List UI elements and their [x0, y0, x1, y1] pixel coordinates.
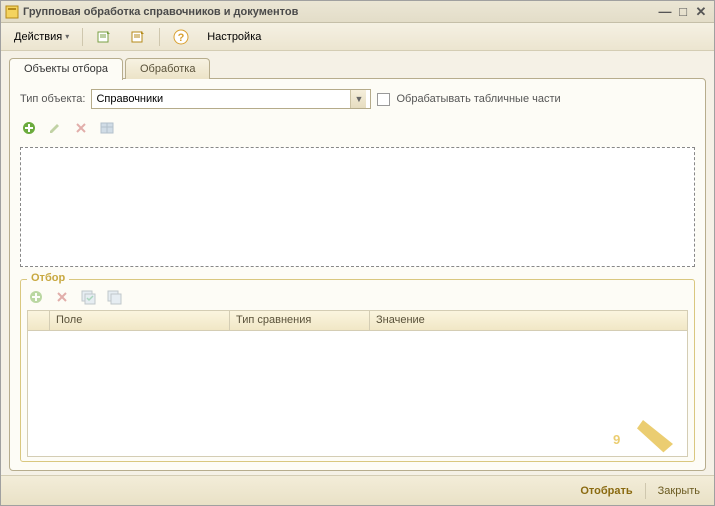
- toolbar-separator: [159, 28, 160, 46]
- close-window-button[interactable]: ✕: [692, 4, 710, 20]
- minimize-button[interactable]: —: [656, 4, 674, 20]
- table-icon: [98, 119, 116, 137]
- footer-separator: [645, 483, 646, 499]
- svg-text:?: ?: [178, 32, 185, 44]
- filter-delete-icon: [53, 288, 71, 306]
- grid-col-field[interactable]: Поле: [50, 311, 230, 330]
- type-combo-value: Справочники: [96, 93, 350, 105]
- help-button[interactable]: ?: [166, 26, 196, 48]
- title-bar: Групповая обработка справочников и докум…: [1, 1, 714, 23]
- close-button[interactable]: Закрыть: [654, 483, 704, 499]
- window-title: Групповая обработка справочников и докум…: [23, 6, 656, 18]
- filter-checkall-icon: [79, 288, 97, 306]
- toolbar-icon-2[interactable]: [123, 26, 153, 48]
- filter-uncheckall-icon: [105, 288, 123, 306]
- grid-body[interactable]: 9: [28, 331, 687, 456]
- filter-grid[interactable]: Поле Тип сравнения Значение 9: [27, 310, 688, 457]
- chevron-down-icon[interactable]: ▼: [350, 90, 366, 108]
- toolbar-separator: [82, 28, 83, 46]
- app-icon: [5, 5, 19, 19]
- actions-menu-label: Действия: [14, 31, 62, 43]
- footer: Отобрать Закрыть: [1, 475, 714, 505]
- main-toolbar: Действия ? Настройка: [1, 23, 714, 51]
- objects-list[interactable]: [20, 147, 695, 267]
- objects-toolbar: [20, 117, 695, 139]
- actions-menu[interactable]: Действия: [7, 26, 76, 48]
- grid-col-check[interactable]: [28, 311, 50, 330]
- grid-header: Поле Тип сравнения Значение: [28, 311, 687, 331]
- watermark-icon: 9: [577, 354, 688, 457]
- type-combo[interactable]: Справочники ▼: [91, 89, 371, 109]
- settings-label: Настройка: [207, 31, 261, 43]
- filter-add-icon: [27, 288, 45, 306]
- tab-body: Тип объекта: Справочники ▼ Обрабатывать …: [9, 78, 706, 471]
- maximize-button[interactable]: □: [674, 4, 692, 20]
- grid-col-value[interactable]: Значение: [370, 311, 687, 330]
- select-button[interactable]: Отобрать: [576, 483, 636, 499]
- type-row: Тип объекта: Справочники ▼ Обрабатывать …: [20, 89, 695, 109]
- tabs: Объекты отбора Обработка: [9, 57, 706, 78]
- add-icon[interactable]: [20, 119, 38, 137]
- process-tabular-checkbox[interactable]: [377, 93, 390, 106]
- edit-icon: [46, 119, 64, 137]
- delete-icon: [72, 119, 90, 137]
- svg-text:9: 9: [613, 432, 620, 447]
- process-tabular-label: Обрабатывать табличные части: [396, 93, 560, 105]
- filter-fieldset: Отбор Поле Тип сравне: [20, 279, 695, 462]
- content-area: Объекты отбора Обработка Тип объекта: Сп…: [1, 51, 714, 475]
- tab-processing[interactable]: Обработка: [125, 58, 210, 79]
- type-label: Тип объекта:: [20, 93, 85, 105]
- grid-col-compare[interactable]: Тип сравнения: [230, 311, 370, 330]
- tab-objects[interactable]: Объекты отбора: [9, 58, 123, 80]
- filter-legend: Отбор: [27, 272, 69, 284]
- toolbar-icon-1[interactable]: [89, 26, 119, 48]
- filter-toolbar: [27, 286, 688, 310]
- settings-button[interactable]: Настройка: [200, 26, 268, 48]
